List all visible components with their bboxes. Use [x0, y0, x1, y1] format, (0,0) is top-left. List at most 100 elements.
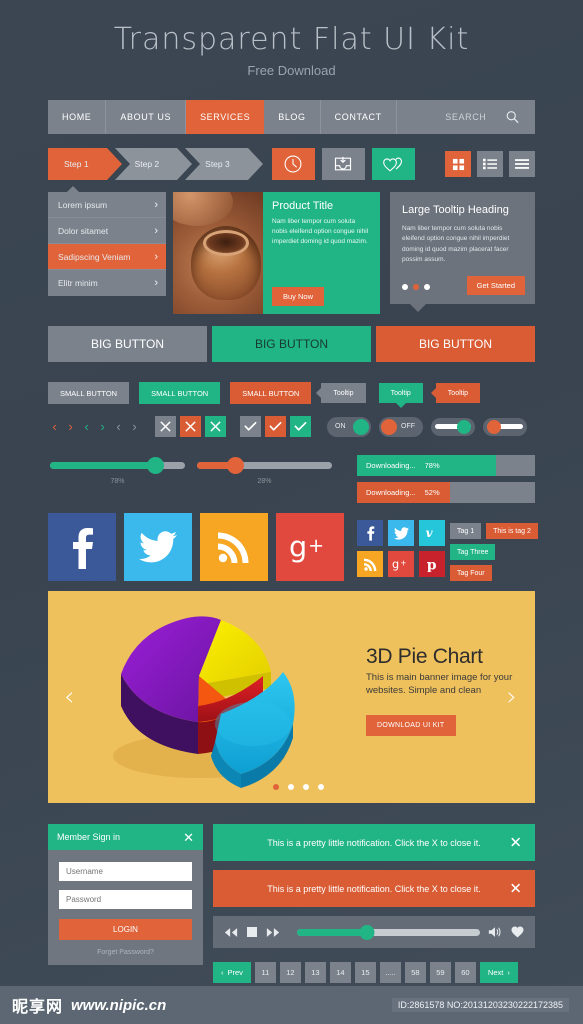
accordion-item-dolor-sitamet[interactable]: Dolor sitamet › — [48, 218, 166, 244]
close-icon[interactable]: ✕ — [509, 881, 522, 896]
pagination-page-12[interactable]: 12 — [279, 962, 301, 983]
slider-knob[interactable] — [147, 457, 165, 474]
pagination-next[interactable]: Next › — [479, 962, 518, 983]
banner-dot-1[interactable] — [273, 784, 279, 790]
password-field[interactable] — [59, 890, 192, 909]
toggle-off[interactable]: OFF — [379, 416, 423, 437]
google-plus-button-small[interactable]: g + — [388, 551, 414, 577]
nav-item-contact[interactable]: CONTACT — [321, 100, 397, 134]
chevron-left-icon-green[interactable]: ‹ — [80, 419, 93, 434]
chevron-left-icon-gray[interactable]: ‹ — [112, 419, 125, 434]
tooltip-dot-2[interactable] — [413, 284, 419, 290]
tag-2[interactable]: This is tag 2 — [486, 523, 538, 539]
pagination-page-60[interactable]: 60 — [454, 962, 476, 983]
player-progress-track[interactable] — [297, 924, 480, 940]
close-checkbox-green[interactable] — [205, 416, 226, 437]
banner-dot-3[interactable] — [303, 784, 309, 790]
tooltip-dot-3[interactable] — [424, 284, 430, 290]
username-field[interactable] — [59, 862, 192, 881]
login-title: Member Sign in — [57, 832, 121, 842]
grid-view-button[interactable] — [445, 151, 471, 177]
toggle-on[interactable]: ON — [327, 416, 371, 437]
big-button-gray[interactable]: BIG BUTTON — [48, 326, 207, 362]
nav-item-services[interactable]: SERVICES — [186, 100, 265, 134]
rewind-icon[interactable] — [224, 927, 238, 938]
tag-3[interactable]: Tag Three — [450, 544, 496, 560]
search-input[interactable]: SEARCH — [397, 100, 535, 134]
slider-track[interactable] — [50, 457, 185, 474]
login-button[interactable]: LOGIN — [59, 919, 192, 940]
check-checkbox-gray[interactable] — [240, 416, 261, 437]
nav-item-about-us[interactable]: ABOUT US — [106, 100, 187, 134]
slider-toggle-green[interactable] — [431, 417, 475, 436]
big-button-orange[interactable]: BIG BUTTON — [376, 326, 535, 362]
chevron-right-icon: › — [154, 224, 158, 237]
small-button-orange[interactable]: SMALL BUTTON — [230, 382, 312, 404]
stop-icon[interactable] — [247, 927, 257, 937]
facebook-button-small[interactable] — [357, 520, 383, 546]
big-button-green[interactable]: BIG BUTTON — [212, 326, 371, 362]
chevron-right-icon-green[interactable]: › — [96, 419, 109, 434]
chevron-right-icon-orange[interactable]: › — [64, 419, 77, 434]
tooltip-dot-1[interactable] — [402, 284, 408, 290]
banner-prev-arrow[interactable]: ‹ — [64, 682, 74, 712]
twitter-button-small[interactable] — [388, 520, 414, 546]
pagination-prev[interactable]: ‹ Prev — [213, 962, 251, 983]
player-progress-knob[interactable] — [359, 924, 375, 940]
slider-knob[interactable] — [226, 457, 244, 474]
rss-button-small[interactable] — [357, 551, 383, 577]
pagination-page-13[interactable]: 13 — [304, 962, 326, 983]
accordion-item-lorem-ipsum[interactable]: Lorem ipsum › — [48, 192, 166, 218]
accordion-item-elitr-minim[interactable]: Elitr minim › — [48, 270, 166, 296]
inbox-download-icon-button[interactable] — [321, 148, 365, 180]
twitter-button[interactable] — [124, 513, 192, 581]
menu-lines-button[interactable] — [509, 151, 535, 177]
login-header: Member Sign in ✕ — [48, 824, 203, 850]
accordion-item-sadipscing-veniam[interactable]: Sadipscing Veniam › — [48, 244, 166, 270]
facebook-button[interactable] — [48, 513, 116, 581]
check-checkbox-green[interactable] — [290, 416, 311, 437]
close-checkbox-gray[interactable] — [155, 416, 176, 437]
pagination-page-14[interactable]: 14 — [329, 962, 351, 983]
slider-track[interactable] — [197, 457, 332, 474]
pagination-page-59[interactable]: 59 — [429, 962, 451, 983]
close-checkbox-orange[interactable] — [180, 416, 201, 437]
small-button-gray[interactable]: SMALL BUTTON — [48, 382, 130, 404]
close-icon[interactable]: ✕ — [509, 835, 522, 850]
rss-button[interactable] — [200, 513, 268, 581]
ui-kit-page: Transparent Flat UI Kit Free Download HO… — [0, 0, 583, 1024]
banner-dot-2[interactable] — [288, 784, 294, 790]
download-ui-kit-button[interactable]: DOWNLOAD UI KIT — [366, 714, 456, 736]
pagination-page-58[interactable]: 58 — [404, 962, 426, 983]
chevron-right-icon-gray[interactable]: › — [128, 419, 141, 434]
vimeo-button-small[interactable]: v — [419, 520, 445, 546]
slider-toggle-orange[interactable] — [483, 417, 527, 436]
tag-4[interactable]: Tag Four — [450, 565, 492, 581]
check-checkbox-orange[interactable] — [265, 416, 286, 437]
pinterest-button-small[interactable]: p — [419, 551, 445, 577]
nav-item-home[interactable]: HOME — [48, 100, 107, 134]
list-view-button[interactable] — [477, 151, 503, 177]
chevron-left-icon-orange[interactable]: ‹ — [48, 419, 61, 434]
buy-now-button[interactable]: Buy Now — [272, 287, 325, 306]
pagination-page-11[interactable]: 11 — [254, 962, 276, 983]
volume-icon[interactable] — [488, 926, 502, 938]
get-started-button[interactable]: Get Started — [466, 276, 525, 295]
tag-1[interactable]: Tag 1 — [450, 523, 482, 539]
pagination-page-15[interactable]: 15 — [354, 962, 376, 983]
search-icon[interactable] — [506, 111, 519, 124]
nav-item-blog[interactable]: BLOG — [264, 100, 321, 134]
step-3[interactable]: Step 3 — [185, 148, 263, 180]
step-1[interactable]: Step 1 — [48, 148, 122, 180]
forget-password-link[interactable]: Forget Password? — [59, 949, 192, 956]
banner-dot-4[interactable] — [318, 784, 324, 790]
clock-icon-button[interactable] — [271, 148, 315, 180]
two-hearts-icon-button[interactable] — [371, 148, 415, 180]
google-plus-button[interactable]: g + — [276, 513, 344, 581]
forward-icon[interactable] — [266, 927, 280, 938]
small-button-green[interactable]: SMALL BUTTON — [139, 382, 221, 404]
heart-icon[interactable] — [511, 926, 524, 938]
product-card: Product Title Nam liber tempor cum solut… — [173, 192, 380, 314]
step-2[interactable]: Step 2 — [114, 148, 192, 180]
close-icon[interactable]: ✕ — [183, 831, 194, 844]
